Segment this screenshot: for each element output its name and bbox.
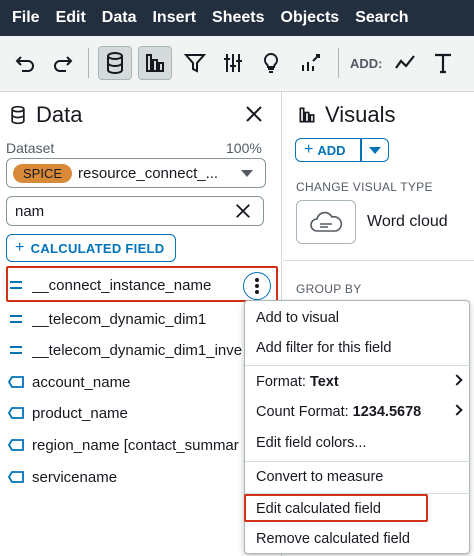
spice-badge: SPICE: [13, 163, 73, 183]
change-visual-type-label: CHANGE VISUAL TYPE: [296, 180, 433, 194]
plus-icon: +: [304, 141, 314, 158]
field-item[interactable]: account_name: [0, 367, 282, 397]
menu-convert-to-measure[interactable]: Convert to measure: [245, 462, 471, 492]
dimension-tag-icon: [0, 407, 32, 419]
menu-objects[interactable]: Objects: [273, 0, 348, 36]
dataset-label: Dataset: [6, 140, 55, 156]
menu-data[interactable]: Data: [94, 0, 145, 36]
menu-bar: File Edit Data Insert Sheets Objects Sea…: [0, 0, 474, 36]
add-label: ADD:: [350, 56, 383, 71]
dataset-name: resource_connect_...: [78, 164, 219, 182]
menu-file[interactable]: File: [4, 0, 48, 36]
group-by-label: GROUP BY: [296, 282, 362, 296]
dimension-tag-icon: [0, 471, 32, 483]
more-vertical-icon: [255, 278, 259, 294]
redo-icon[interactable]: [46, 46, 80, 80]
field-item[interactable]: product_name: [0, 398, 282, 428]
caret-down-icon: [369, 146, 381, 154]
highlight-box: [244, 494, 428, 522]
menu-count-format[interactable]: Count Format: 1234.5678: [245, 397, 471, 427]
calculated-dimension-icon: [0, 313, 32, 325]
properties-icon[interactable]: [216, 46, 250, 80]
data-panel-title: Data: [36, 102, 83, 127]
visuals-panel-header: Visuals: [297, 102, 396, 128]
chevron-right-icon: [451, 374, 463, 386]
menu-search[interactable]: Search: [347, 0, 416, 36]
menu-format[interactable]: Format: Text: [245, 367, 471, 397]
field-menu-button[interactable]: [243, 272, 271, 300]
calculated-dimension-icon: [0, 344, 32, 356]
highlight-box: [6, 266, 278, 302]
field-item[interactable]: __telecom_dynamic_dim1_inve: [0, 335, 282, 365]
menu-insert[interactable]: Insert: [144, 0, 204, 36]
database-icon: [11, 105, 25, 125]
add-visual-button[interactable]: + ADD: [295, 138, 361, 162]
database-icon[interactable]: [98, 46, 132, 80]
dataset-percent: 100%: [226, 140, 262, 156]
field-item[interactable]: region_name [contact_summar: [0, 430, 282, 460]
chevron-right-icon: [451, 404, 463, 416]
plus-icon: +: [15, 239, 25, 256]
filter-icon[interactable]: [178, 46, 212, 80]
word-cloud-tile[interactable]: [296, 200, 356, 244]
toolbar: ADD:: [0, 36, 474, 92]
insights-icon[interactable]: [254, 46, 288, 80]
add-visual-dropdown[interactable]: [361, 138, 389, 162]
visuals-panel-title: Visuals: [325, 102, 396, 127]
undo-icon[interactable]: [8, 46, 42, 80]
field-item[interactable]: servicename: [0, 462, 282, 492]
field-item[interactable]: __telecom_dynamic_dim1: [0, 304, 282, 334]
menu-edit-field-colors[interactable]: Edit field colors...: [245, 428, 471, 458]
line-chart-icon[interactable]: [388, 46, 422, 80]
caret-down-icon: [241, 170, 253, 177]
field-search-input[interactable]: [6, 196, 264, 226]
menu-add-filter[interactable]: Add filter for this field: [245, 333, 471, 363]
clear-icon[interactable]: [234, 202, 252, 220]
dimension-tag-icon: [0, 376, 32, 388]
visual-type-label: Word cloud: [367, 213, 448, 230]
add-calculated-field-button[interactable]: + CALCULATED FIELD: [6, 234, 176, 262]
stories-icon[interactable]: [294, 46, 328, 80]
data-panel-header: Data: [8, 102, 82, 128]
visuals-icon: [299, 107, 315, 123]
menu-remove-calculated-field[interactable]: Remove calculated field: [245, 524, 471, 554]
dataset-select[interactable]: SPICE resource_connect_...: [6, 158, 266, 188]
word-cloud-icon: [310, 211, 343, 232]
menu-add-to-visual[interactable]: Add to visual: [245, 303, 471, 333]
visuals-icon[interactable]: [138, 46, 172, 80]
text-icon[interactable]: [426, 46, 460, 80]
menu-edit[interactable]: Edit: [48, 0, 94, 36]
dimension-tag-icon: [0, 439, 32, 451]
data-panel: Data Dataset 100% SPICE resource_connect…: [0, 92, 282, 556]
menu-sheets[interactable]: Sheets: [204, 0, 272, 36]
close-icon[interactable]: [244, 104, 264, 124]
